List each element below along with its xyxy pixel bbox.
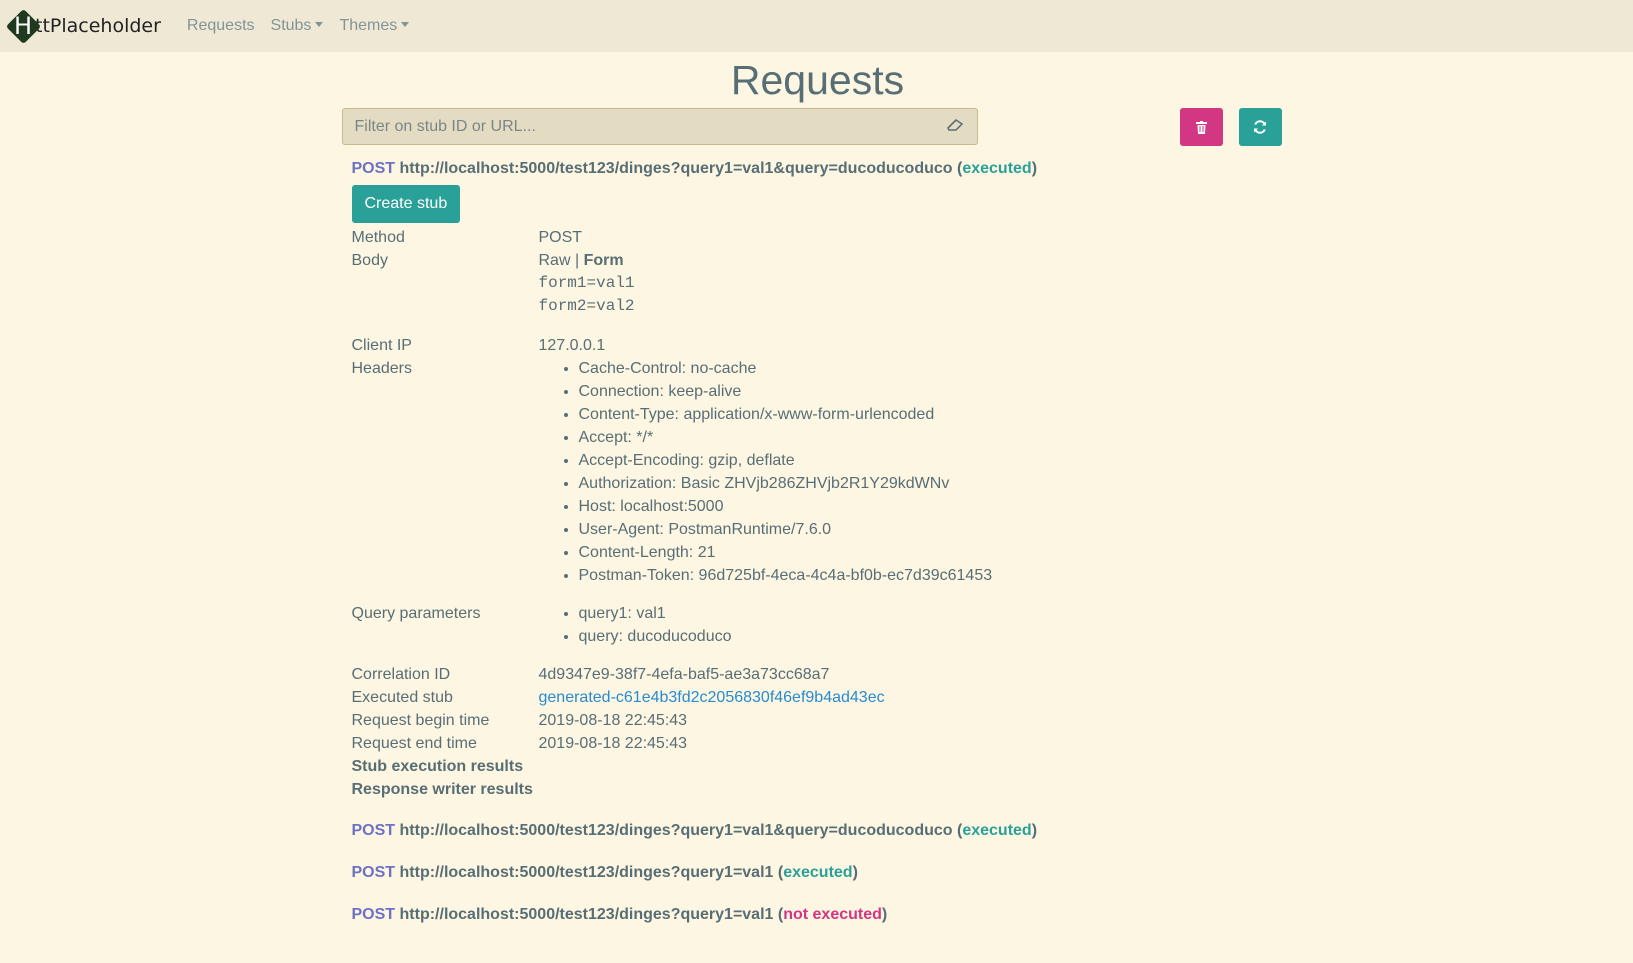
query-params-label: Query parameters xyxy=(351,605,481,622)
main-container: Requests POST http://localhost:5000/test… xyxy=(340,52,1294,926)
request-header[interactable]: POST http://localhost:5000/test123/dinge… xyxy=(342,862,1294,884)
brand-logo[interactable]: H ttPlaceholder xyxy=(6,9,161,43)
begin-time-row: Request begin time 2019-08-18 22:45:43 xyxy=(352,709,1294,732)
client-ip-label: Client IP xyxy=(351,337,412,354)
response-writer-results-label: Response writer results xyxy=(351,781,533,798)
eraser-icon[interactable] xyxy=(946,118,963,134)
header-item: User-Agent: PostmanRuntime/7.6.0 xyxy=(579,518,1294,541)
stub-execution-results-label: Stub execution results xyxy=(351,758,524,775)
body-label: Body xyxy=(351,252,388,269)
headers-list: Cache-Control: no-cache Connection: keep… xyxy=(539,357,1294,587)
request-details: Method POST Body Raw | Form form1=val1 f… xyxy=(342,226,1294,801)
query-params-row: Query parameters query1: val1 query: duc… xyxy=(352,602,1294,648)
request-method: POST xyxy=(351,864,396,881)
refresh-button[interactable] xyxy=(1238,108,1282,146)
request-url: http://localhost:5000/test123/dinges?que… xyxy=(399,822,953,839)
end-time-value: 2019-08-18 22:45:43 xyxy=(538,735,688,752)
correlation-id-value: 4d9347e9-38f7-4efa-baf5-ae3a73cc68a7 xyxy=(538,666,830,683)
query-params-list: query1: val1 query: ducoducoduco xyxy=(539,602,1294,648)
headers-row: Headers Cache-Control: no-cache Connecti… xyxy=(352,357,1294,587)
end-time-label: Request end time xyxy=(351,735,477,752)
response-writer-results-toggle[interactable]: Response writer results xyxy=(352,778,1294,801)
header-item: Host: localhost:5000 xyxy=(579,495,1294,518)
body-value: Raw | Form form1=val1 form2=val2 xyxy=(539,249,1294,318)
expanded-request: POST http://localhost:5000/test123/dinge… xyxy=(342,158,1294,801)
headers-label: Headers xyxy=(351,360,412,377)
correlation-id-row: Correlation ID 4d9347e9-38f7-4efa-baf5-a… xyxy=(352,663,1294,686)
body-tab-raw[interactable]: Raw xyxy=(539,252,571,269)
client-ip-value: 127.0.0.1 xyxy=(538,337,606,354)
request-method: POST xyxy=(351,822,396,839)
request-status: not executed xyxy=(783,906,882,923)
nav-stubs-dropdown[interactable]: Stubs xyxy=(271,17,324,35)
request-header[interactable]: POST http://localhost:5000/test123/dinge… xyxy=(342,904,1294,926)
executed-stub-row: Executed stub generated-c61e4b3fd2c20568… xyxy=(352,686,1294,709)
header-item: Cache-Control: no-cache xyxy=(579,357,1294,380)
request-method: POST xyxy=(351,906,396,923)
request-status: executed xyxy=(783,864,853,881)
body-tab-separator: | xyxy=(574,252,580,269)
begin-time-label: Request begin time xyxy=(351,712,490,729)
trash-icon xyxy=(1195,120,1207,134)
end-time-row: Request end time 2019-08-18 22:45:43 xyxy=(352,732,1294,755)
correlation-id-label: Correlation ID xyxy=(351,666,451,683)
filter-box xyxy=(341,108,978,145)
method-row: Method POST xyxy=(352,226,1294,249)
logo-icon: H xyxy=(6,9,40,43)
query-param-item: query1: val1 xyxy=(579,602,1294,625)
filter-input[interactable] xyxy=(342,109,927,144)
navbar: H ttPlaceholder Requests Stubs Themes xyxy=(0,0,1633,52)
begin-time-value: 2019-08-18 22:45:43 xyxy=(538,712,688,729)
header-item: Authorization: Basic ZHVjb286ZHVjb2R1Y29… xyxy=(579,472,1294,495)
body-line: form1=val1 xyxy=(538,274,635,292)
body-tab-form[interactable]: Form xyxy=(584,252,624,269)
query-param-item: query: ducoducoduco xyxy=(579,625,1294,648)
delete-all-button[interactable] xyxy=(1179,108,1223,146)
header-item: Accept: */* xyxy=(579,426,1294,449)
brand-text: ttPlaceholder xyxy=(35,15,161,37)
body-line: form2=val2 xyxy=(538,297,635,315)
header-item: Accept-Encoding: gzip, deflate xyxy=(579,449,1294,472)
body-row: Body Raw | Form form1=val1 form2=val2 xyxy=(352,249,1294,318)
header-item: Content-Length: 21 xyxy=(579,541,1294,564)
method-value: POST xyxy=(538,229,583,246)
stub-execution-results-toggle[interactable]: Stub execution results xyxy=(352,755,1294,778)
request-url: http://localhost:5000/test123/dinges?que… xyxy=(399,864,774,881)
header-item: Content-Type: application/x-www-form-url… xyxy=(579,403,1294,426)
request-header[interactable]: POST http://localhost:5000/test123/dinge… xyxy=(342,820,1294,842)
page-title: Requests xyxy=(730,57,905,103)
header-item: Connection: keep-alive xyxy=(579,380,1294,403)
nav-themes-dropdown[interactable]: Themes xyxy=(339,17,409,35)
executed-stub-link[interactable]: generated-c61e4b3fd2c2056830f46ef9b4ad43… xyxy=(539,689,885,706)
refresh-icon xyxy=(1254,120,1266,134)
request-url: http://localhost:5000/test123/dinges?que… xyxy=(399,906,774,923)
header-item: Postman-Token: 96d725bf-4eca-4c4a-bf0b-e… xyxy=(579,564,1294,587)
request-status: executed xyxy=(962,822,1032,839)
request-url: http://localhost:5000/test123/dinges?que… xyxy=(399,160,953,177)
method-label: Method xyxy=(351,229,405,246)
request-method: POST xyxy=(351,160,396,177)
executed-stub-label: Executed stub xyxy=(351,689,453,706)
toolbar xyxy=(341,108,1294,148)
nav-requests[interactable]: Requests xyxy=(187,17,255,35)
request-header[interactable]: POST http://localhost:5000/test123/dinge… xyxy=(342,158,1294,180)
create-stub-button[interactable]: Create stub xyxy=(351,185,461,223)
client-ip-row: Client IP 127.0.0.1 xyxy=(352,334,1294,357)
request-status: executed xyxy=(962,160,1032,177)
